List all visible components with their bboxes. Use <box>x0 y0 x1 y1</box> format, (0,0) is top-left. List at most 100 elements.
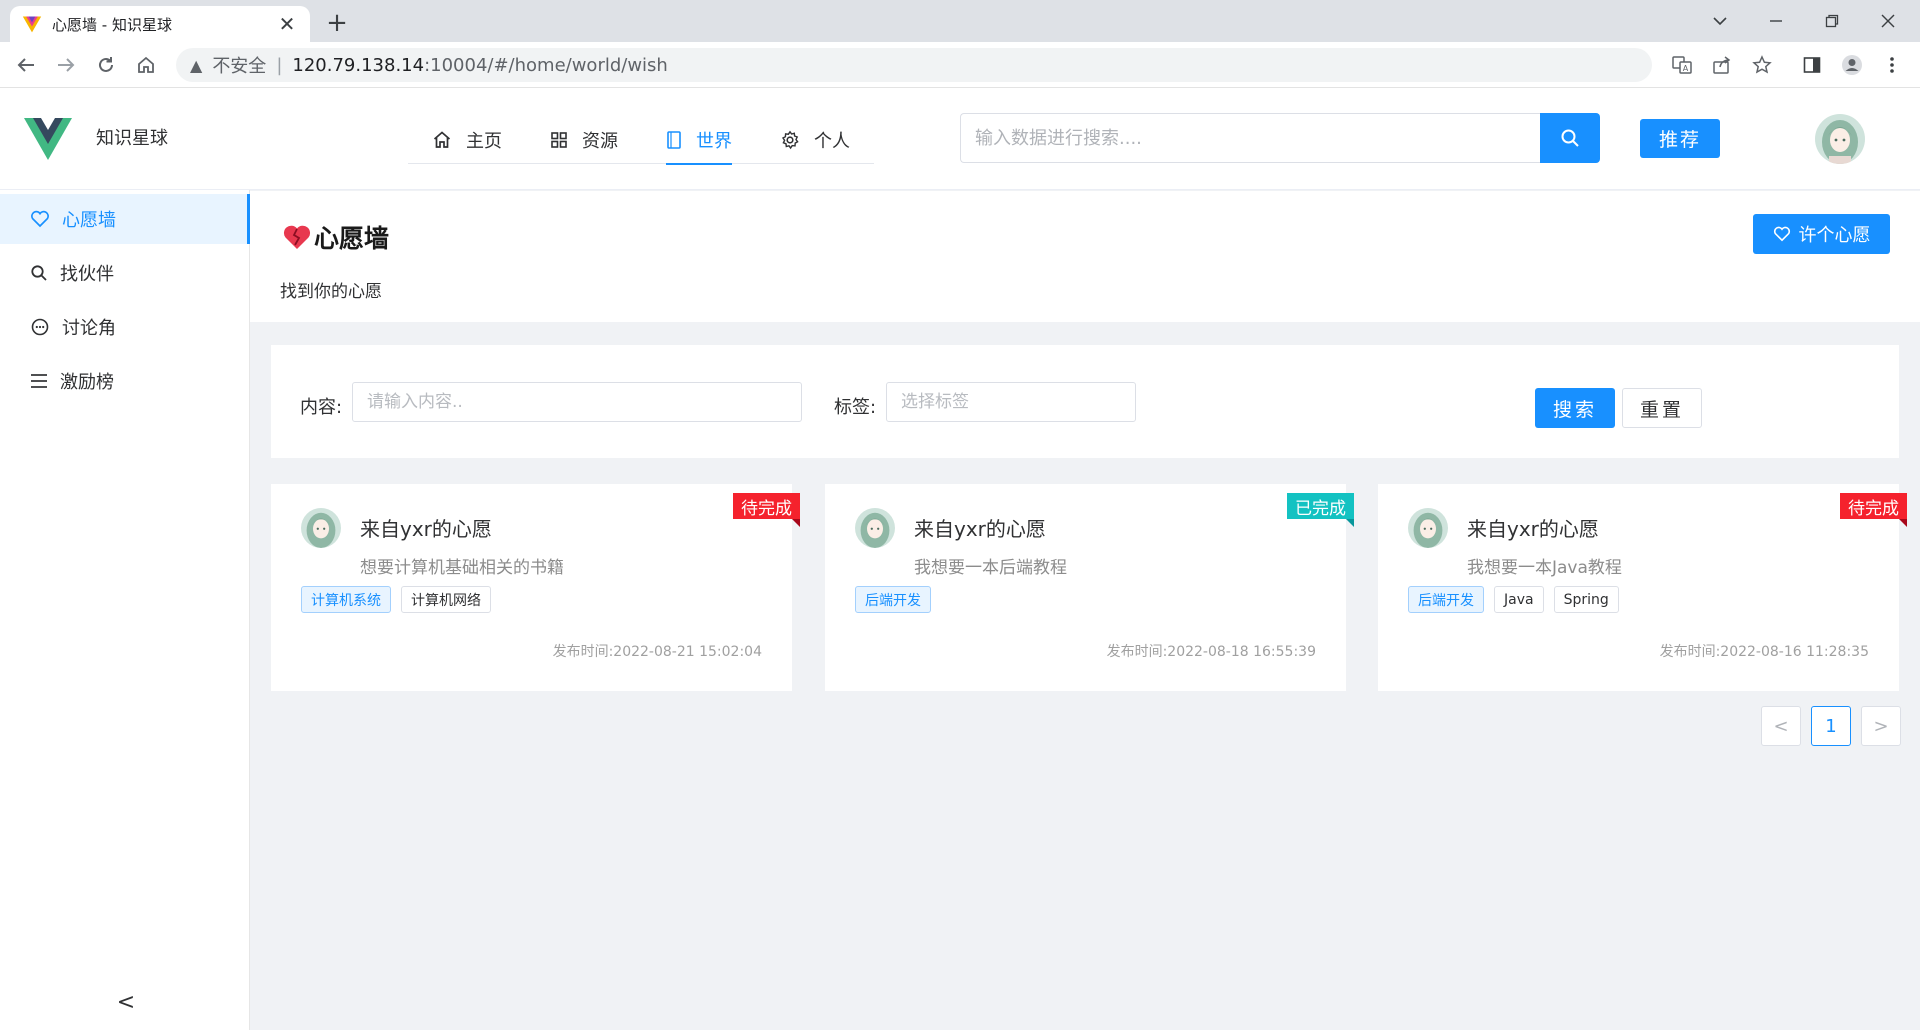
heart-icon <box>1773 226 1790 242</box>
global-search-button[interactable] <box>1540 113 1600 163</box>
forward-icon[interactable] <box>50 49 82 81</box>
sidebar-item-label: 激励榜 <box>60 372 114 393</box>
filter-reset-button[interactable]: 重置 <box>1622 388 1702 428</box>
share-icon[interactable] <box>1708 51 1736 79</box>
site-name[interactable]: 知识星球 <box>96 124 168 150</box>
pagination-next-button[interactable]: > <box>1861 706 1901 746</box>
warning-icon: ▲ <box>190 55 203 75</box>
wish-card[interactable]: 来自yxr的心愿 我想要一本Java教程 后端开发 Java Spring 发布… <box>1378 484 1907 691</box>
tag-label: 标签: <box>834 397 877 418</box>
chat-icon <box>31 318 49 336</box>
status-badge: 已完成 <box>1287 493 1354 527</box>
new-tab-icon[interactable]: + <box>322 8 352 38</box>
tag: Java <box>1494 586 1544 613</box>
pagination-prev-button[interactable]: < <box>1761 706 1801 746</box>
sidebar-item-find-partner[interactable]: 找伙伴 <box>0 248 249 298</box>
card-description: 想要计算机基础相关的书籍 <box>360 558 564 578</box>
nav-label: 世界 <box>696 131 732 152</box>
gear-icon <box>781 130 799 150</box>
make-wish-label: 许个心愿 <box>1798 225 1871 246</box>
side-panel-icon[interactable] <box>1798 51 1826 79</box>
card-publish-time: 发布时间:2022-08-16 11:28:35 <box>1660 641 1869 661</box>
sidebar-item-wish-wall[interactable]: 心愿墙 <box>0 194 250 244</box>
nav-label: 主页 <box>466 131 502 152</box>
sidebar-item-label: 找伙伴 <box>60 264 114 285</box>
search-icon <box>1561 129 1579 147</box>
nav-label: 个人 <box>814 131 850 152</box>
profile-icon[interactable] <box>1838 51 1866 79</box>
pagination-page-1[interactable]: 1 <box>1811 706 1851 746</box>
nav-item-personal[interactable]: 个人 <box>756 116 874 164</box>
reload-icon[interactable] <box>90 49 122 81</box>
nav-item-world[interactable]: 世界 <box>642 116 756 165</box>
bookmark-star-icon[interactable] <box>1748 51 1776 79</box>
nav-label: 资源 <box>582 131 618 152</box>
book-icon <box>667 131 681 149</box>
minimize-icon[interactable] <box>1748 0 1804 42</box>
sidebar-item-leaderboard[interactable]: 激励榜 <box>0 356 249 406</box>
tag: 计算机网络 <box>401 586 491 613</box>
address-path: :10004/#/home/world/wish <box>424 54 668 76</box>
card-publish-time: 发布时间:2022-08-18 16:55:39 <box>1107 641 1316 661</box>
sidebar-item-label: 心愿墙 <box>62 210 116 231</box>
card-title: 来自yxr的心愿 <box>914 517 1046 541</box>
time-label: 发布时间: <box>552 644 614 660</box>
wish-card[interactable]: 来自yxr的心愿 我想要一本后端教程 后端开发 发布时间:2022-08-18 … <box>825 484 1354 691</box>
heart-icon <box>31 210 49 228</box>
time-value: 2022-08-21 15:02:04 <box>613 644 762 660</box>
address-bar[interactable]: ▲ 不安全 | 120.79.138.14 :10004/#/home/worl… <box>176 48 1652 82</box>
home-browser-icon[interactable] <box>130 49 162 81</box>
time-value: 2022-08-16 11:28:35 <box>1720 644 1869 660</box>
nav-item-home[interactable]: 主页 <box>408 116 526 164</box>
make-wish-button[interactable]: 许个心愿 <box>1753 214 1890 254</box>
tag: 计算机系统 <box>301 586 391 613</box>
sidebar-collapse-button[interactable]: < <box>112 988 140 1016</box>
nav-item-resources[interactable]: 资源 <box>526 116 642 164</box>
top-nav: 主页 资源 世界 个人 <box>408 116 874 165</box>
user-avatar[interactable] <box>1815 114 1865 164</box>
page-subtitle: 找到你的心愿 <box>280 282 382 302</box>
sidebar-item-discussion[interactable]: 讨论角 <box>0 302 249 352</box>
browser-toolbar: ▲ 不安全 | 120.79.138.14 :10004/#/home/worl… <box>0 42 1920 88</box>
global-search-input[interactable] <box>960 113 1540 163</box>
tag: Spring <box>1553 586 1619 613</box>
tag: 后端开发 <box>1408 586 1484 613</box>
vue-favicon-icon <box>22 16 42 33</box>
restore-icon[interactable] <box>1804 0 1860 42</box>
card-title: 来自yxr的心愿 <box>360 517 492 541</box>
tag-select[interactable] <box>886 382 1136 422</box>
close-window-icon[interactable] <box>1860 0 1916 42</box>
tab-close-icon[interactable]: ✕ <box>276 13 298 35</box>
page-heading: 心愿墙 找到你的心愿 许个心愿 <box>250 191 1920 322</box>
back-icon[interactable] <box>10 49 42 81</box>
content-input[interactable] <box>352 382 802 422</box>
address-host: 120.79.138.14 <box>292 54 425 76</box>
status-badge: 待完成 <box>1840 493 1907 527</box>
svg-text:A: A <box>1683 64 1689 73</box>
card-tags: 后端开发 <box>855 586 931 613</box>
recommend-button[interactable]: 推荐 <box>1640 119 1720 158</box>
translate-icon[interactable]: A <box>1668 51 1696 79</box>
avatar <box>1408 508 1448 548</box>
browser-tab[interactable]: 心愿墙 - 知识星球 ✕ <box>10 6 310 42</box>
sidebar-item-label: 讨论角 <box>62 318 116 339</box>
browser-tab-strip: 心愿墙 - 知识星球 ✕ + <box>0 0 1920 42</box>
filter-panel: 内容: 标签: 搜索 重置 <box>271 345 1899 458</box>
time-value: 2022-08-18 16:55:39 <box>1167 644 1316 660</box>
broken-heart-icon <box>283 225 311 249</box>
page-title-text: 心愿墙 <box>314 224 390 253</box>
filter-search-button[interactable]: 搜索 <box>1535 388 1615 428</box>
card-tags: 计算机系统 计算机网络 <box>301 586 491 613</box>
app-header: 知识星球 主页 资源 世界 个人 推荐 <box>0 88 1920 190</box>
card-publish-time: 发布时间:2022-08-21 15:02:04 <box>553 641 762 661</box>
time-label: 发布时间: <box>1659 644 1721 660</box>
tab-search-chevron-icon[interactable] <box>1692 0 1748 42</box>
avatar <box>301 508 341 548</box>
tab-title: 心愿墙 - 知识星球 <box>52 15 172 34</box>
menu-icon <box>31 374 47 388</box>
card-tags: 后端开发 Java Spring <box>1408 586 1619 613</box>
wish-card[interactable]: 来自yxr的心愿 想要计算机基础相关的书籍 计算机系统 计算机网络 发布时间:2… <box>271 484 800 691</box>
more-menu-icon[interactable] <box>1878 51 1906 79</box>
tag: 后端开发 <box>855 586 931 613</box>
vue-logo-icon[interactable] <box>24 118 72 160</box>
